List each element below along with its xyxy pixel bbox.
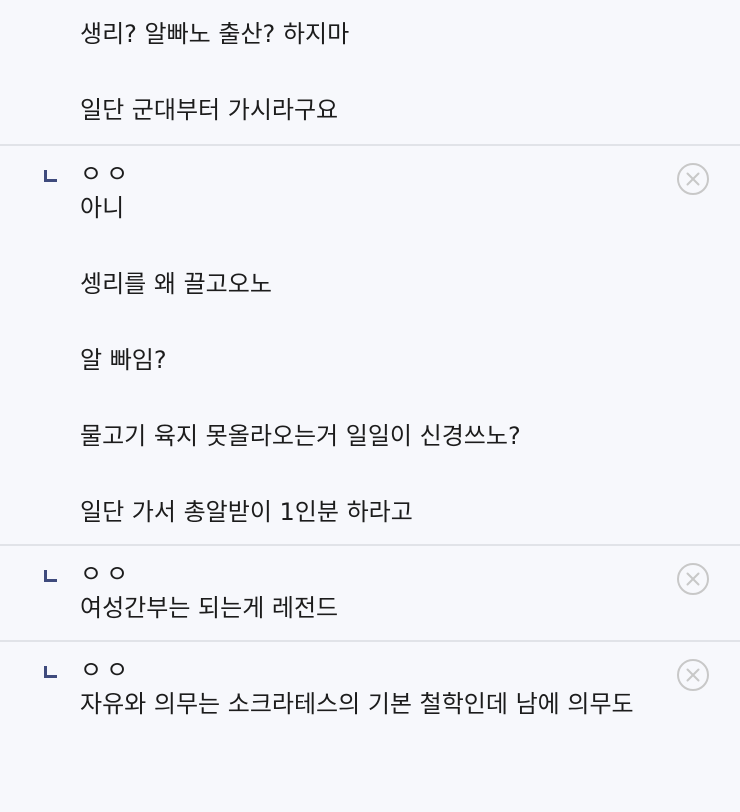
comment-line: 셍리를 왜 끌고오노	[80, 270, 272, 298]
delete-comment-button[interactable]	[676, 562, 710, 596]
reply-arrow-icon	[44, 170, 57, 182]
delete-comment-button[interactable]	[676, 658, 710, 692]
comment-body: 아니 셍리를 왜 끌고오노 알 빠임? 물고기 육지 못올라오는거 일일이 신경…	[0, 192, 740, 544]
circle-x-icon	[677, 659, 709, 691]
comment-line: 물고기 육지 못올라오는거 일일이 신경쓰노?	[80, 422, 521, 450]
comment-body: 여성간부는 되는게 레전드	[0, 592, 740, 640]
comment-line: 일단 군대부터 가시라구요	[80, 96, 339, 124]
comment-author[interactable]: ㅇㅇ	[80, 156, 740, 192]
comment-body: 생리? 알빠노 출산? 하지마 일단 군대부터 가시라구요	[0, 18, 740, 144]
comment-thread: 생리? 알빠노 출산? 하지마 일단 군대부터 가시라구요 ㅇㅇ 아니 셍리를 …	[0, 0, 740, 736]
reply-comment: ㅇㅇ 여성간부는 되는게 레전드	[0, 546, 740, 642]
comment-line: 일단 가서 총알받이 1인분 하라고	[80, 498, 413, 526]
comment-body: 자유와 의무는 소크라테스의 기본 철학인데 남에 의무도	[0, 688, 740, 736]
comment-line: 자유와 의무는 소크라테스의 기본 철학인데 남에 의무도	[80, 690, 634, 718]
comment-author[interactable]: ㅇㅇ	[80, 652, 740, 688]
comment: 생리? 알빠노 출산? 하지마 일단 군대부터 가시라구요	[0, 0, 740, 146]
delete-comment-button[interactable]	[676, 162, 710, 196]
reply-arrow-icon	[44, 570, 57, 582]
comment-line: 아니	[80, 194, 125, 222]
comment-line: 여성간부는 되는게 레전드	[80, 594, 339, 622]
circle-x-icon	[677, 563, 709, 595]
reply-arrow-icon	[44, 666, 57, 678]
reply-comment: ㅇㅇ 아니 셍리를 왜 끌고오노 알 빠임? 물고기 육지 못올라오는거 일일이…	[0, 146, 740, 546]
circle-x-icon	[677, 163, 709, 195]
comment-line: 알 빠임?	[80, 346, 167, 374]
comment-line: 생리? 알빠노 출산? 하지마	[80, 20, 350, 48]
comment-author[interactable]: ㅇㅇ	[80, 556, 740, 592]
reply-comment: ㅇㅇ 자유와 의무는 소크라테스의 기본 철학인데 남에 의무도	[0, 642, 740, 736]
